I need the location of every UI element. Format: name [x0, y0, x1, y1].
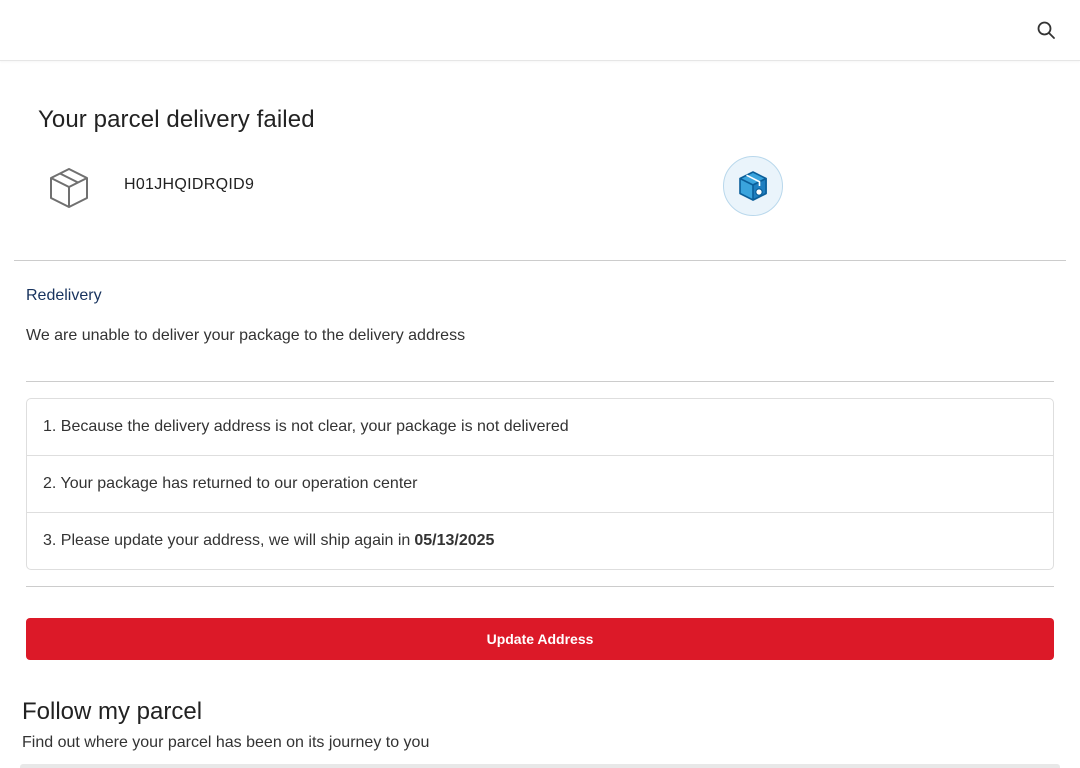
- package-status-icon: [723, 156, 783, 216]
- follow-parcel-heading: Follow my parcel: [22, 698, 203, 725]
- step-text: 2. Your package has returned to our oper…: [43, 475, 418, 492]
- redelivery-message: We are unable to deliver your package to…: [26, 327, 466, 344]
- tracking-number: H01JHQIDRQID9: [124, 176, 255, 193]
- redelivery-label: Redelivery: [26, 287, 102, 304]
- section-divider: [14, 260, 1066, 261]
- list-item: 3. Please update your address, we will s…: [27, 513, 1053, 569]
- update-address-button[interactable]: Update Address: [26, 618, 1054, 660]
- package-box-icon: [48, 166, 90, 210]
- tracking-panel-edge: [20, 764, 1060, 768]
- parcel-summary: H01JHQIDRQID9: [48, 164, 1068, 224]
- divider: [26, 586, 1054, 587]
- page-title: Your parcel delivery failed: [38, 106, 315, 133]
- search-icon[interactable]: [1036, 20, 1056, 40]
- divider: [26, 381, 1054, 382]
- top-navigation-bar: [0, 0, 1080, 61]
- redelivery-steps-list: 1. Because the delivery address is not c…: [26, 398, 1054, 570]
- step-text: 1. Because the delivery address is not c…: [43, 418, 569, 435]
- list-item: 2. Your package has returned to our oper…: [27, 456, 1053, 513]
- step-text: 3. Please update your address, we will s…: [43, 532, 411, 549]
- list-item: 1. Because the delivery address is not c…: [27, 399, 1053, 456]
- follow-parcel-subtitle: Find out where your parcel has been on i…: [22, 734, 430, 751]
- reship-date: 05/13/2025: [414, 532, 495, 549]
